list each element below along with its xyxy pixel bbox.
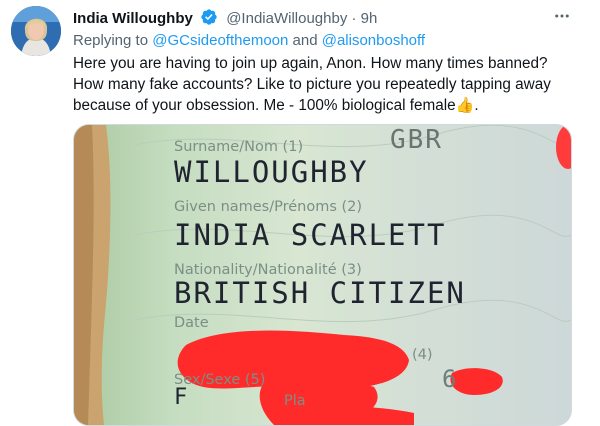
header-separator: ·: [351, 10, 357, 27]
mention-link[interactable]: @GCsideofthemoon: [152, 32, 288, 49]
passport-given-names-label: Given names/Prénoms (2): [174, 199, 363, 215]
thumbs-up-emoji: 👍: [455, 97, 475, 114]
passport-place-label: Pla: [284, 393, 306, 409]
passport-given-names-value: INDIA SCARLETT: [174, 218, 447, 252]
tweet-text: Here you are having to join up again, An…: [73, 53, 573, 116]
tweet-media-photo[interactable]: GBR Surname/Nom (1) WILLOUGHBY Given nam…: [73, 124, 572, 426]
tweet-text-end: .: [474, 97, 479, 114]
tweet-text-content: Here you are having to join up again, An…: [73, 55, 551, 114]
tweet-timestamp[interactable]: 9h: [361, 10, 378, 27]
more-dots-icon: [553, 7, 571, 30]
passport-surname-value: WILLOUGHBY: [174, 155, 369, 189]
passport-sex-value: F: [174, 385, 190, 410]
passport-nationality-value: BRITISH CITIZEN: [174, 276, 466, 310]
redaction-mark: [556, 125, 571, 169]
tweet-card[interactable]: India Willoughby @IndiaWilloughby · 9h R…: [0, 0, 600, 426]
author-handle[interactable]: @IndiaWilloughby: [226, 10, 347, 27]
passport-field4-number: (4): [412, 347, 433, 363]
more-options-button[interactable]: [548, 4, 576, 32]
replying-to: Replying to @GCsideofthemoon and @alison…: [73, 31, 425, 51]
avatar[interactable]: [11, 6, 61, 56]
replying-to-joiner: and: [292, 32, 318, 49]
passport-country-code: GBR: [390, 125, 443, 155]
passport-date-label: Date: [174, 315, 209, 331]
passport-partial-value: 6: [442, 365, 459, 393]
replying-to-label: Replying to: [73, 32, 149, 49]
passport-surname-label: Surname/Nom (1): [174, 139, 304, 155]
tweet-header: India Willoughby @IndiaWilloughby · 9h: [73, 8, 377, 32]
author-display-name[interactable]: India Willoughby: [73, 10, 193, 27]
mention-link[interactable]: @alisonboshoff: [322, 32, 425, 49]
verified-badge-icon: [200, 8, 218, 32]
